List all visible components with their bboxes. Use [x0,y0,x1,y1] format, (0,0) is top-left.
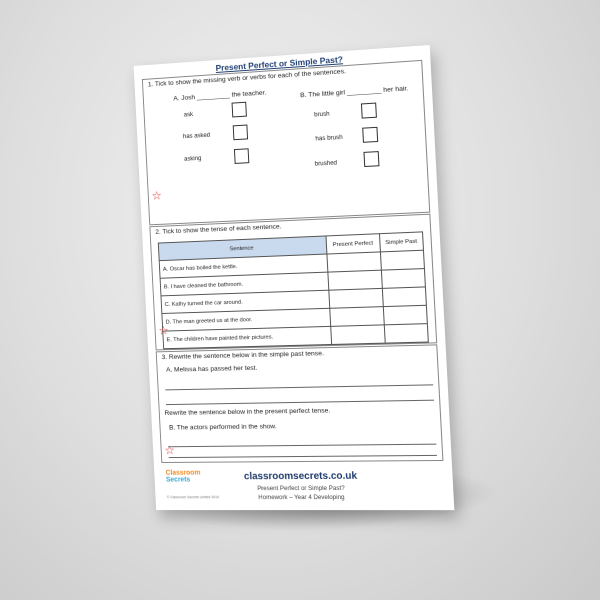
tick-cell[interactable] [329,306,384,327]
tense-table: Sentence Present Perfect Simple Past A. … [158,231,429,349]
tick-cell[interactable] [382,305,428,325]
checkbox[interactable] [362,126,379,143]
tick-cell[interactable] [328,288,383,309]
site-url: classroomsecrets.co.uk [243,470,358,483]
checkbox[interactable] [232,124,249,141]
tick-cell[interactable] [330,324,385,345]
tick-cell[interactable] [379,250,425,271]
footer-line-2: Homework – Year 4 Developing [258,493,345,502]
q1-b-option-3: brushed [314,159,338,168]
row-sentence: E. The children have painted their pictu… [162,326,332,349]
star-icon: ☆ [164,443,176,458]
q1-b-option-1: brush [313,110,330,119]
q1-a-option-3: asking [183,154,202,163]
tick-cell[interactable] [326,251,381,273]
worksheet: Present Perfect or Simple Past? 1. Tick … [133,45,455,511]
tick-cell[interactable] [381,286,427,307]
tick-cell[interactable] [327,270,382,291]
header-simple-past: Simple Past [378,231,424,252]
star-icon: ☆ [151,188,163,203]
checkbox[interactable] [360,102,377,119]
q1-a-option-1: ask [183,111,194,119]
tick-cell[interactable] [383,323,429,344]
tick-cell[interactable] [380,268,426,289]
q3-sentence-b: B. The actors performed in the show. [168,423,277,432]
checkbox[interactable] [231,101,247,118]
checkbox[interactable] [233,148,250,164]
star-icon: ☆ [158,323,170,338]
checkbox[interactable] [363,151,380,168]
footer-line-1: Present Perfect or Simple Past? [257,484,345,493]
header-present-perfect: Present Perfect [325,233,380,255]
